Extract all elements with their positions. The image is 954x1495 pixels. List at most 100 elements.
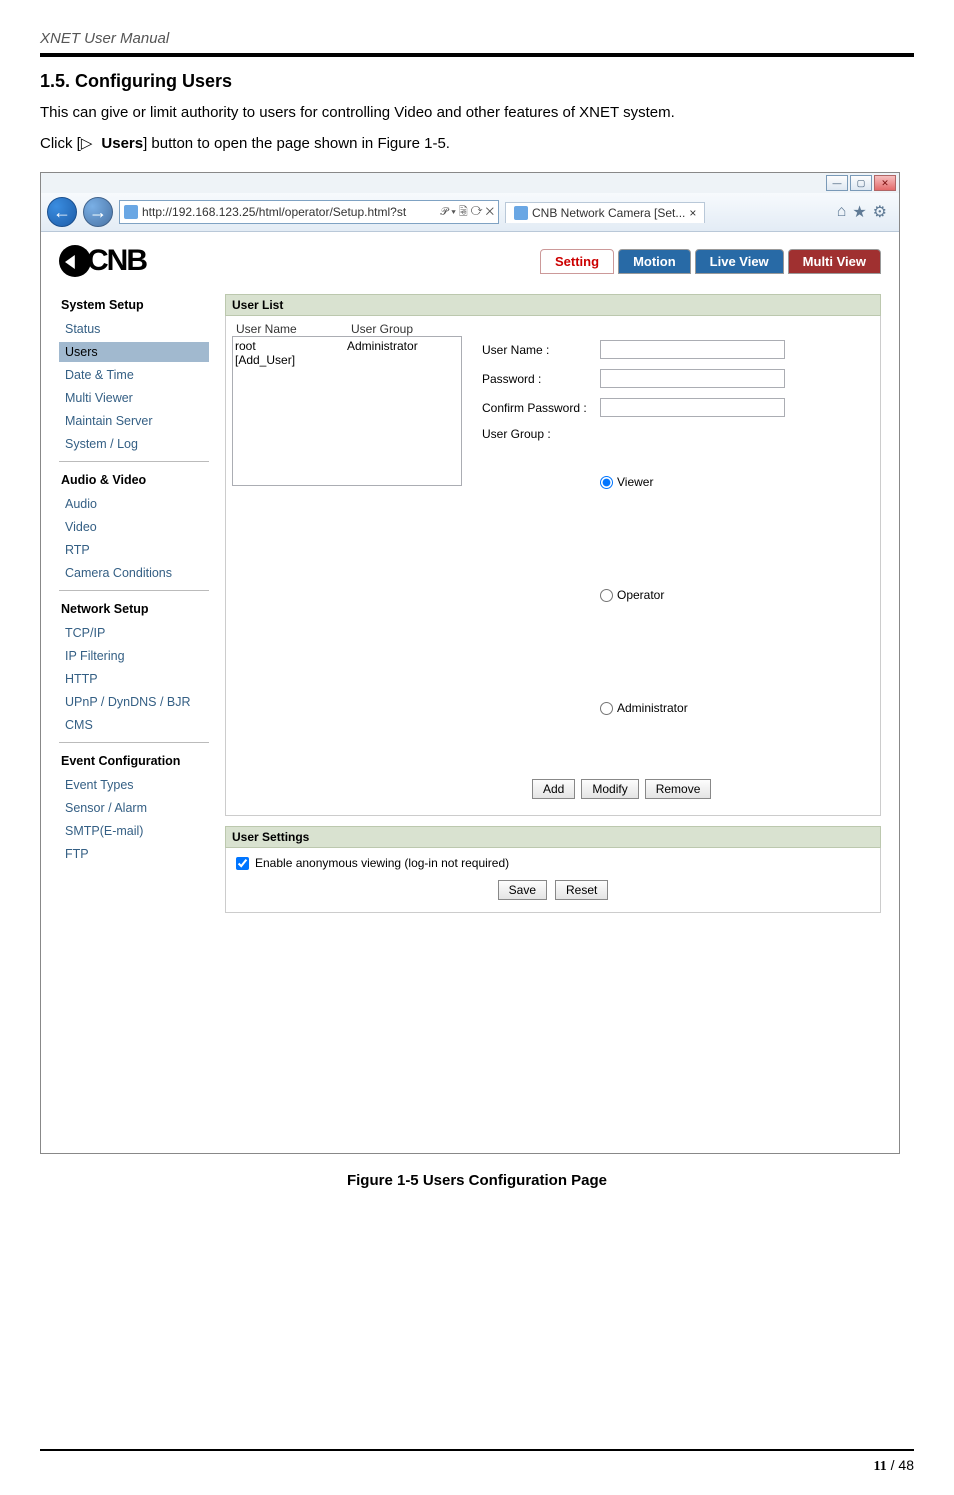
sidebar-item-smtp[interactable]: SMTP(E-mail)	[59, 821, 209, 841]
minimize-button[interactable]: —	[826, 175, 848, 191]
browser-tab-title: CNB Network Camera [Set...	[532, 206, 685, 220]
sidebar-item-sensoralarm[interactable]: Sensor / Alarm	[59, 798, 209, 818]
sidebar-group-network: Network Setup	[59, 598, 209, 620]
figure-caption: Figure 1-5 Users Configuration Page	[40, 1172, 914, 1189]
sidebar-item-eventtypes[interactable]: Event Types	[59, 775, 209, 795]
save-button[interactable]: Save	[498, 880, 547, 900]
input-confirm-password[interactable]	[600, 398, 785, 417]
radio-admin-label: Administrator	[617, 701, 688, 715]
usergroup-radios: Viewer Operator Administrator	[600, 427, 688, 763]
sidebar-item-users[interactable]: Users	[59, 342, 209, 362]
sidebar-item-maintain[interactable]: Maintain Server	[59, 411, 209, 431]
list-row[interactable]: root Administrator	[235, 339, 459, 353]
row-usergroup: User Group : Viewer Operator Administrat…	[482, 427, 870, 763]
sidebar-item-upnp[interactable]: UPnP / DynDNS / BJR	[59, 692, 209, 712]
click-bold: Users	[101, 135, 143, 152]
sidebar-item-cms[interactable]: CMS	[59, 715, 209, 735]
tab-liveview[interactable]: Live View	[695, 249, 784, 274]
back-arrow-icon: ←	[53, 202, 71, 223]
usersettings-block: Enable anonymous viewing (log-in not req…	[225, 848, 881, 913]
tab-multiview[interactable]: Multi View	[788, 249, 881, 274]
add-button[interactable]: Add	[532, 779, 575, 799]
sidebar-item-tcpip[interactable]: TCP/IP	[59, 623, 209, 643]
cell-username: [Add_User]	[235, 353, 347, 367]
input-password[interactable]	[600, 369, 785, 388]
page-sep: /	[887, 1457, 899, 1473]
label-usergroup: User Group :	[482, 427, 592, 441]
input-username[interactable]	[600, 340, 785, 359]
tab-strip: CNB Network Camera [Set... ×	[505, 199, 831, 225]
address-tail-icons[interactable]: 𝒫 ▾ 🗟 ⟳ ✕	[440, 203, 494, 222]
ie-window: — ▢ ✕ ← → http://192.168.123.25/html/ope…	[40, 172, 900, 1154]
tab-close-icon[interactable]: ×	[689, 206, 696, 220]
userlist-panel-title: User List	[225, 294, 881, 316]
label-anonymous-viewing: Enable anonymous viewing (log-in not req…	[255, 856, 509, 870]
reset-button[interactable]: Reset	[555, 880, 608, 900]
home-icon[interactable]: ⌂	[837, 203, 847, 221]
checkbox-anonymous-viewing[interactable]	[236, 857, 249, 870]
remove-button[interactable]: Remove	[645, 779, 712, 799]
tab-setting[interactable]: Setting	[540, 249, 614, 274]
forward-button[interactable]: →	[83, 197, 113, 227]
sidebar-item-ipfiltering[interactable]: IP Filtering	[59, 646, 209, 666]
row-confirm: Confirm Password :	[482, 398, 870, 417]
radio-operator-wrap[interactable]: Operator	[600, 540, 688, 650]
anon-viewing-row: Enable anonymous viewing (log-in not req…	[236, 856, 870, 870]
logo-mark-icon	[59, 245, 91, 277]
col-username: User Name	[232, 322, 347, 336]
radio-operator[interactable]	[600, 589, 613, 602]
triangle-glyph: ▷	[81, 136, 102, 153]
userlist-wrap: User Name User Group root Administrator …	[225, 316, 881, 816]
sidebar-item-datetime[interactable]: Date & Time	[59, 365, 209, 385]
page-current: 11	[874, 1459, 887, 1474]
forward-arrow-icon: →	[89, 202, 107, 223]
sidebar-item-rtp[interactable]: RTP	[59, 540, 209, 560]
back-button[interactable]: ←	[47, 197, 77, 227]
userlist-header: User Name User Group	[232, 322, 462, 336]
tab-motion[interactable]: Motion	[618, 249, 691, 274]
sidebar-item-video[interactable]: Video	[59, 517, 209, 537]
sidebar-item-ftp[interactable]: FTP	[59, 844, 209, 864]
window-controls: — ▢ ✕	[41, 173, 899, 193]
sidebar-item-status[interactable]: Status	[59, 319, 209, 339]
sidebar-item-multiviewer[interactable]: Multi Viewer	[59, 388, 209, 408]
favorites-icon[interactable]: ★	[852, 202, 866, 222]
cell-username: root	[235, 339, 347, 353]
maximize-button[interactable]: ▢	[850, 175, 872, 191]
click-prefix: Click [	[40, 135, 81, 152]
sidebar: System Setup Status Users Date & Time Mu…	[59, 294, 209, 913]
sidebar-group-system: System Setup	[59, 294, 209, 316]
app-tabs: Setting Motion Live View Multi View	[540, 249, 881, 274]
sidebar-item-camera-conditions[interactable]: Camera Conditions	[59, 563, 209, 583]
ie-tab-icon	[514, 206, 528, 220]
click-suffix: ] button to open the page shown in Figur…	[143, 135, 450, 152]
close-button[interactable]: ✕	[874, 175, 896, 191]
logo: CNB	[59, 244, 146, 278]
radio-viewer-label: Viewer	[617, 475, 653, 489]
cell-usergroup	[347, 353, 459, 367]
radio-viewer-wrap[interactable]: Viewer	[600, 427, 688, 537]
click-instruction: Click [▷ Users] button to open the page …	[40, 133, 914, 157]
sidebar-item-syslog[interactable]: System / Log	[59, 434, 209, 454]
sidebar-item-http[interactable]: HTTP	[59, 669, 209, 689]
app-header: CNB Setting Motion Live View Multi View	[59, 244, 881, 278]
sidebar-item-audio[interactable]: Audio	[59, 494, 209, 514]
sidebar-divider	[59, 461, 209, 462]
settings-gear-icon[interactable]: ⚙	[873, 202, 887, 222]
browser-tool-icons: ⌂ ★ ⚙	[837, 202, 893, 222]
row-password: Password :	[482, 369, 870, 388]
address-bar[interactable]: http://192.168.123.25/html/operator/Setu…	[119, 200, 499, 224]
user-form: User Name : Password : Confirm Password …	[482, 322, 870, 799]
browser-tab[interactable]: CNB Network Camera [Set... ×	[505, 202, 705, 223]
radio-administrator[interactable]	[600, 702, 613, 715]
page-total: 48	[898, 1457, 914, 1473]
modify-button[interactable]: Modify	[581, 779, 638, 799]
radio-viewer[interactable]	[600, 476, 613, 489]
radio-admin-wrap[interactable]: Administrator	[600, 653, 688, 763]
app-body: System Setup Status Users Date & Time Mu…	[59, 294, 881, 913]
userlist-box[interactable]: root Administrator [Add_User]	[232, 336, 462, 486]
label-username: User Name :	[482, 343, 592, 357]
browser-toolbar: ← → http://192.168.123.25/html/operator/…	[41, 193, 899, 232]
footer-rule	[40, 1449, 914, 1451]
list-row[interactable]: [Add_User]	[235, 353, 459, 367]
